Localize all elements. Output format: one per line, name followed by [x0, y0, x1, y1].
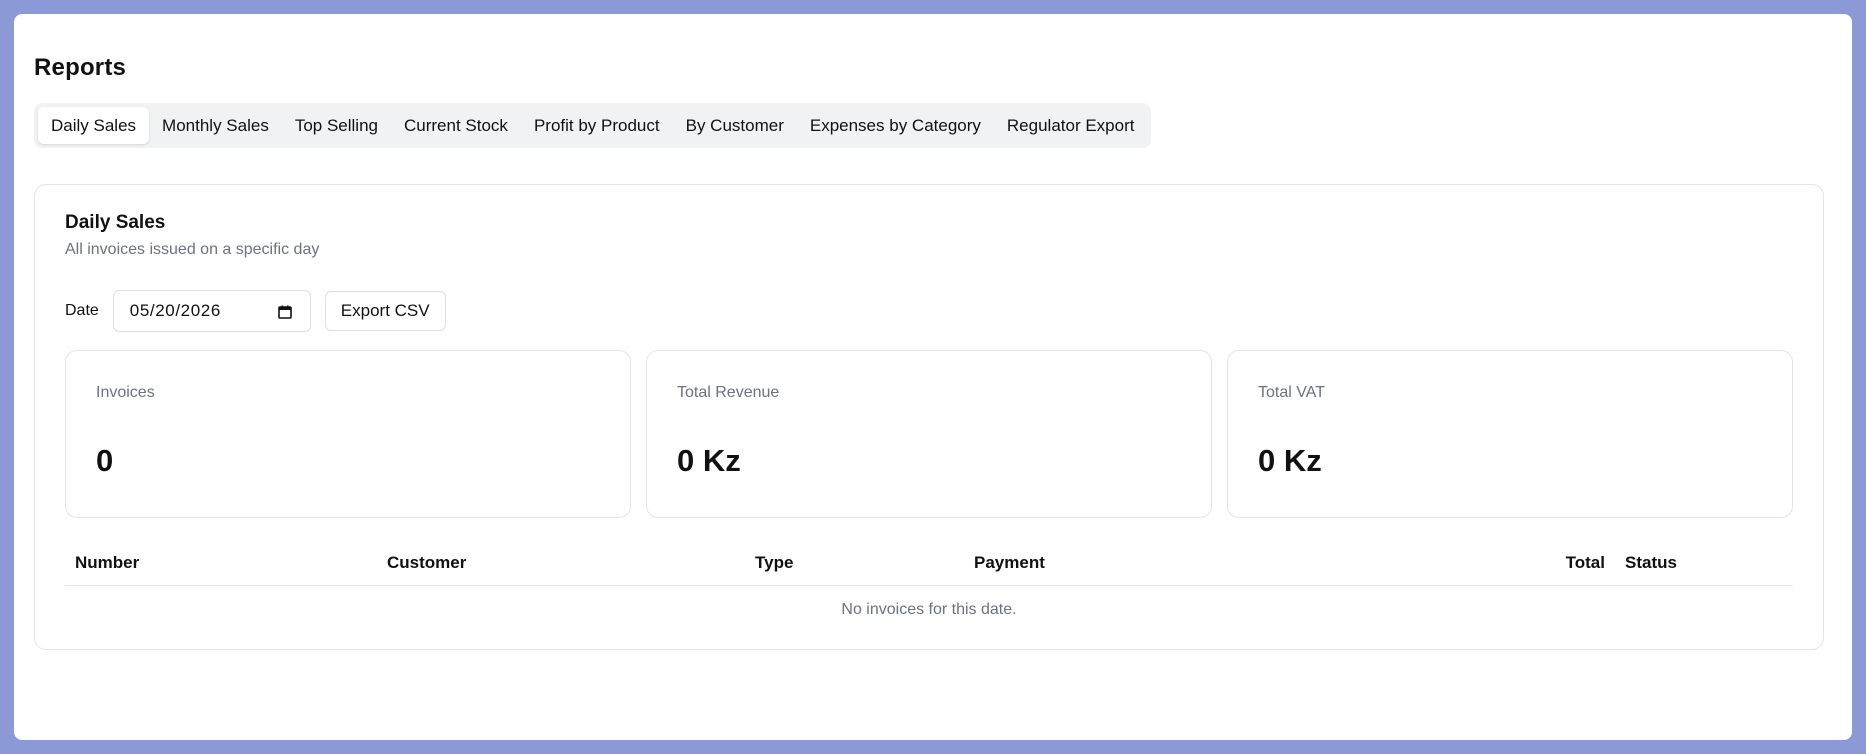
report-controls: Date 05/20/2026 Export CSV [65, 290, 1793, 332]
column-header-type[interactable]: Type [745, 553, 964, 573]
calendar-icon[interactable] [277, 304, 292, 319]
stat-card-invoices: Invoices 0 [65, 350, 631, 518]
tab-monthly-sales[interactable]: Monthly Sales [149, 107, 282, 144]
report-tabs: Daily Sales Monthly Sales Top Selling Cu… [34, 103, 1152, 148]
tab-by-customer[interactable]: By Customer [673, 107, 797, 144]
date-value: 05/20/2026 [129, 301, 221, 320]
page-title: Reports [34, 54, 127, 81]
tab-top-selling[interactable]: Top Selling [282, 107, 391, 144]
section-title: Daily Sales [65, 212, 166, 233]
stat-label: Total VAT [1258, 384, 1325, 401]
date-label: Date [65, 302, 99, 319]
column-header-payment[interactable]: Payment [964, 553, 1514, 573]
tab-daily-sales[interactable]: Daily Sales [38, 107, 150, 144]
stat-label: Invoices [96, 384, 155, 401]
stat-value: 0 Kz [1258, 443, 1322, 478]
table-header: Number Customer Type Payment Total Statu… [65, 540, 1793, 586]
tab-profit-by-product[interactable]: Profit by Product [521, 107, 673, 144]
column-header-customer[interactable]: Customer [377, 553, 745, 573]
daily-sales-card: Daily Sales All invoices issued on a spe… [34, 184, 1824, 651]
reports-window: Reports Daily Sales Monthly Sales Top Se… [14, 14, 1852, 740]
stat-value: 0 [96, 443, 114, 478]
tab-expenses-by-category[interactable]: Expenses by Category [797, 107, 994, 144]
section-subtitle: All invoices issued on a specific day [65, 241, 320, 258]
stats-row: Invoices 0 Total Revenue 0 Kz Total VAT … [65, 350, 1793, 518]
empty-table-message: No invoices for this date. [841, 601, 1017, 618]
stat-label: Total Revenue [677, 384, 780, 401]
tab-current-stock[interactable]: Current Stock [391, 107, 521, 144]
column-header-number[interactable]: Number [65, 553, 377, 573]
column-header-status[interactable]: Status [1615, 553, 1793, 573]
stat-card-total-vat: Total VAT 0 Kz [1227, 350, 1793, 518]
date-input[interactable]: 05/20/2026 [112, 290, 311, 332]
tab-regulator-export[interactable]: Regulator Export [994, 107, 1148, 144]
invoices-table: Number Customer Type Payment Total Statu… [65, 540, 1793, 619]
stat-value: 0 Kz [677, 443, 741, 478]
export-csv-button[interactable]: Export CSV [324, 291, 446, 331]
stat-card-total-revenue: Total Revenue 0 Kz [646, 350, 1212, 518]
column-header-total[interactable]: Total [1514, 553, 1615, 573]
